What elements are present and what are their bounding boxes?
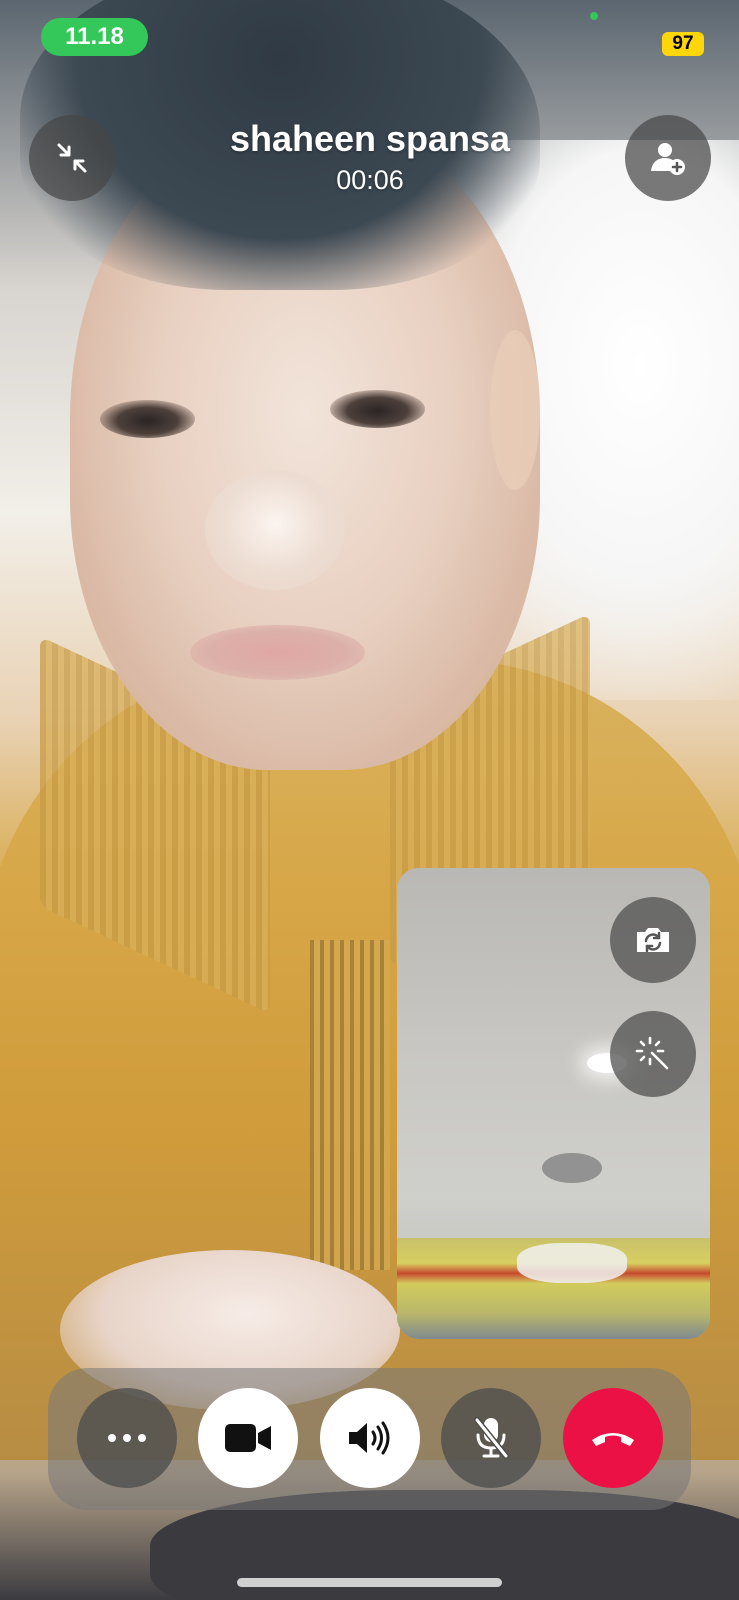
- status-time: 11.18: [41, 18, 148, 56]
- self-view-blur: [517, 1243, 627, 1283]
- mute-button[interactable]: [441, 1388, 541, 1488]
- caller-name: shaheen spansa: [229, 118, 511, 159]
- flip-camera-button[interactable]: [610, 897, 696, 983]
- video-mouth: [190, 625, 365, 680]
- flip-camera-icon: [637, 928, 669, 953]
- home-indicator[interactable]: [237, 1578, 502, 1587]
- facetime-call-screen: 11.18 97 shaheen spansa 00:06: [0, 0, 739, 1600]
- video-ear: [490, 330, 540, 490]
- remote-video-feed: [0, 0, 739, 1600]
- minimize-arrows-icon: [57, 143, 87, 173]
- self-view-preview[interactable]: [397, 868, 710, 1339]
- microphone-muted-icon: [474, 1417, 509, 1459]
- video-camera-icon: [225, 1424, 271, 1452]
- video-shirt-placket: [310, 940, 390, 1270]
- add-person-icon: [651, 143, 685, 175]
- video-eye-right: [330, 390, 425, 428]
- effects-wand-icon: [635, 1036, 669, 1070]
- call-duration: 00:06: [336, 165, 404, 195]
- camera-in-use-indicator: [590, 12, 598, 20]
- end-call-button[interactable]: [563, 1388, 663, 1488]
- end-call-icon: [592, 1433, 634, 1446]
- effects-button[interactable]: [610, 1011, 696, 1097]
- battery-indicator: 97: [662, 32, 704, 56]
- more-dots-icon: [108, 1434, 146, 1442]
- more-options-button[interactable]: [77, 1388, 177, 1488]
- video-nose: [205, 470, 345, 590]
- add-person-button[interactable]: [625, 115, 711, 201]
- speaker-icon: [349, 1421, 390, 1455]
- self-view-ceiling-fixture: [542, 1153, 602, 1183]
- minimize-button[interactable]: [29, 115, 115, 201]
- speaker-button[interactable]: [320, 1388, 420, 1488]
- video-toggle-button[interactable]: [198, 1388, 298, 1488]
- video-eye-left: [100, 400, 195, 438]
